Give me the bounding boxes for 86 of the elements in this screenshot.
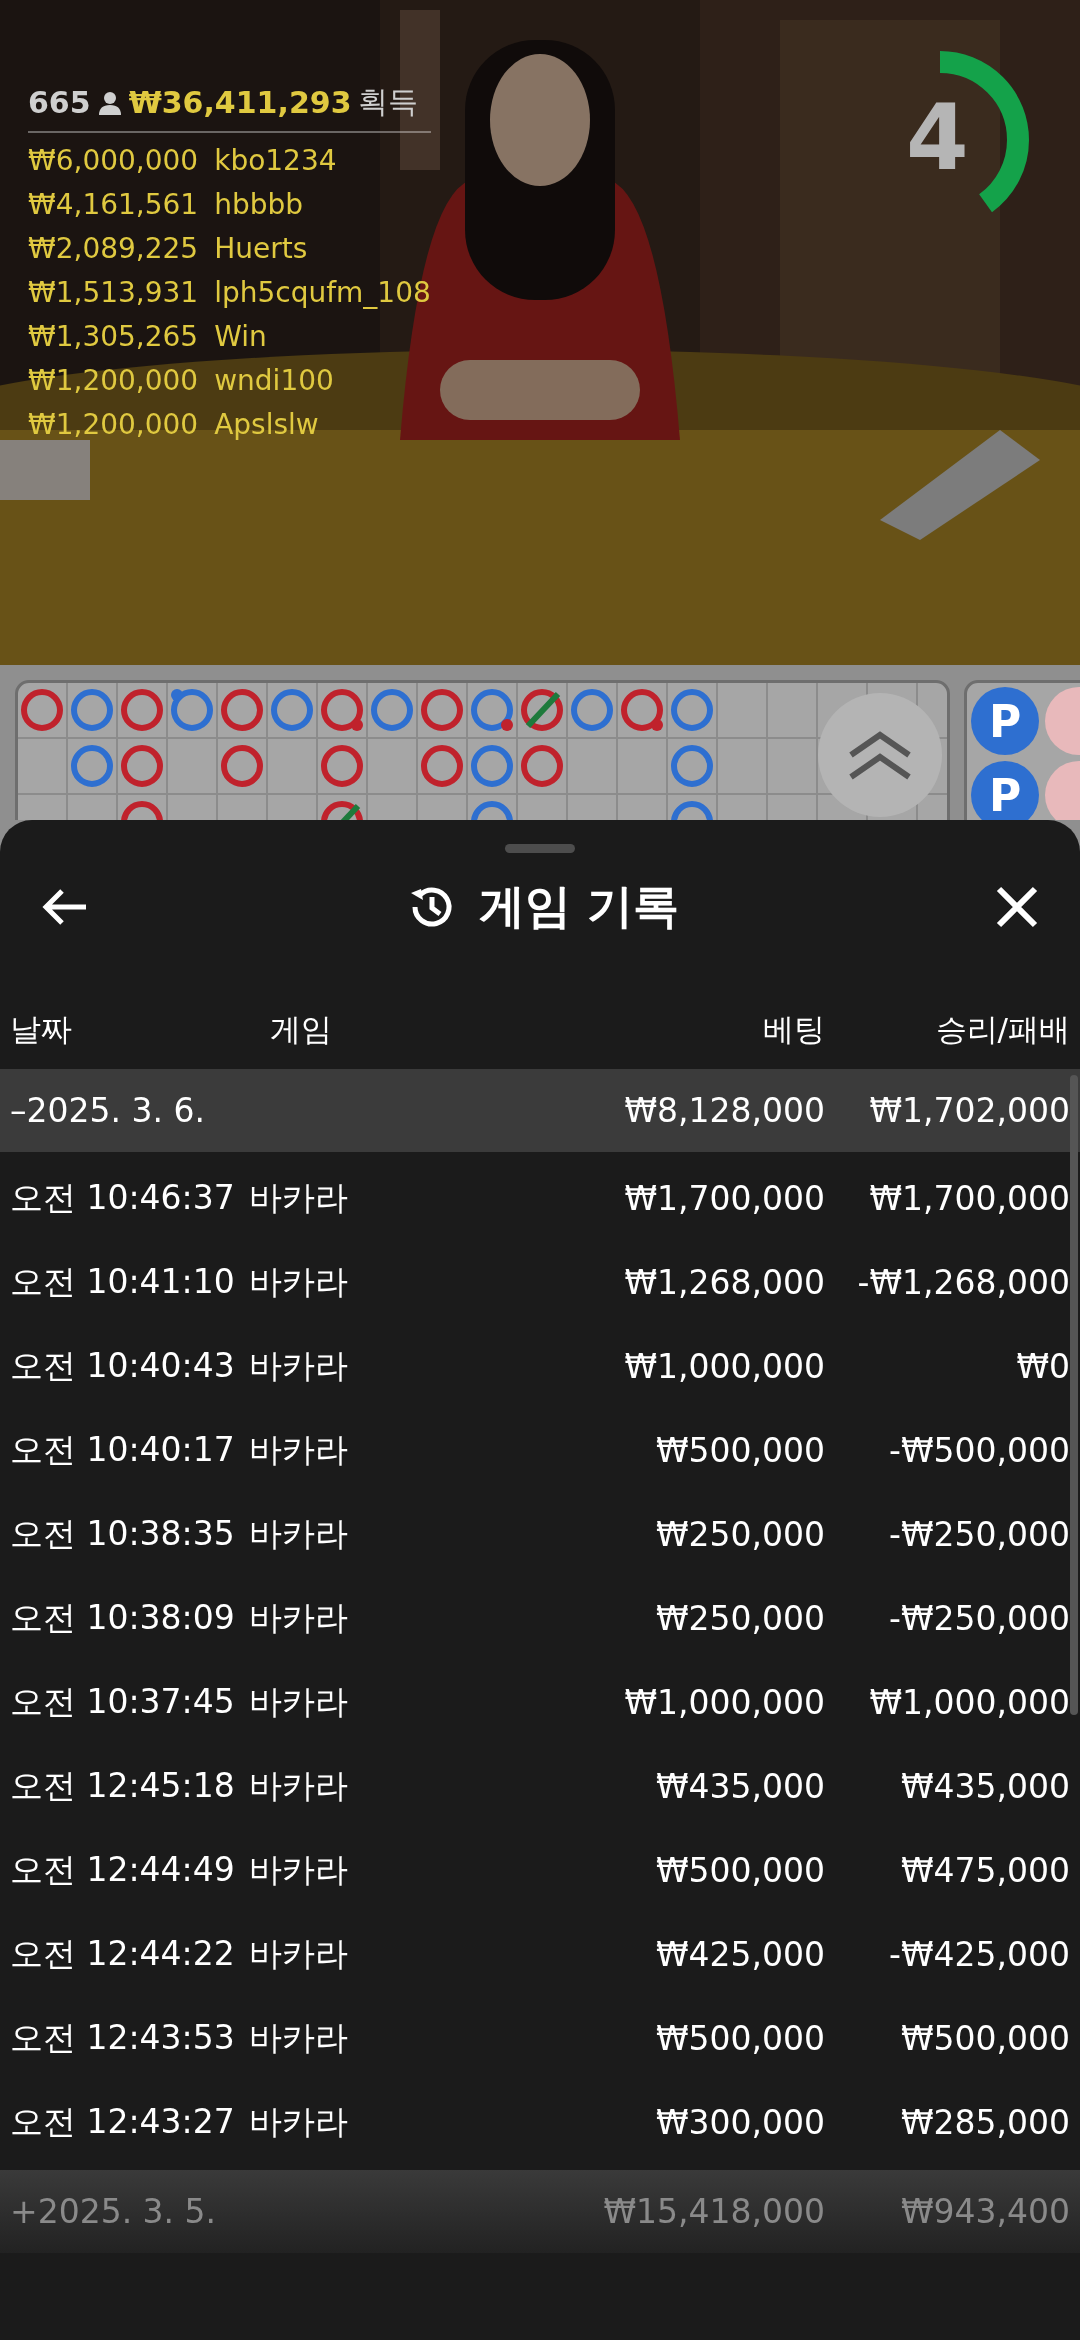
- table-cell-text: 오전 10:38:09: [10, 1596, 235, 1639]
- table-cell-text: 바카라: [248, 1428, 348, 1471]
- table-cell-text: ₩500,000: [654, 2018, 825, 2058]
- winner-name: wndi100: [214, 363, 334, 399]
- winner-name: kbo1234: [214, 143, 337, 179]
- table-cell-text: ₩1,000,000: [623, 1682, 825, 1722]
- table-cell-text: 오전 10:41:10: [10, 1260, 235, 1303]
- column-header: 베팅: [762, 1010, 825, 1049]
- table-cell-text: -₩1,268,000: [856, 1262, 1070, 1302]
- winner-name: Apslslw: [214, 407, 319, 443]
- close-icon: [994, 884, 1040, 930]
- table-cell-text: 오전 12:43:27: [10, 2100, 235, 2143]
- table-cell-text: 오전 12:44:49: [10, 1848, 235, 1891]
- winner-name: hbbbb: [214, 187, 304, 223]
- winnings-label: 획득: [357, 83, 418, 121]
- winner-name: Win: [214, 319, 267, 355]
- winner-amount: ₩1,200,000: [28, 407, 199, 443]
- table-cell-text: -₩250,000: [888, 1514, 1070, 1554]
- person-icon: [96, 89, 123, 116]
- table-cell-text: 오전 10:40:43: [10, 1344, 235, 1387]
- group-result: ₩943,400: [899, 2192, 1070, 2231]
- table-cell-text: 오전 10:40:17: [10, 1428, 235, 1471]
- group-date: –2025. 3. 6.: [10, 1091, 206, 1130]
- table-cell-text: 오전 12:43:53: [10, 2016, 235, 2059]
- total-winnings: ₩36,411,293: [128, 85, 352, 120]
- table-cell-text: ₩435,000: [899, 1766, 1070, 1806]
- group-result: ₩1,702,000: [868, 1091, 1070, 1130]
- table-cell-text: 오전 10:46:37: [10, 1176, 235, 1219]
- table-cell-text: ₩1,000,000: [623, 1346, 825, 1386]
- winner-amount: ₩2,089,225: [28, 231, 199, 267]
- table-cell-text: 오전 10:37:45: [10, 1680, 235, 1723]
- winner-amount: ₩1,513,931: [28, 275, 199, 311]
- table-cell-text: 바카라: [248, 2100, 348, 2143]
- winner-amount: ₩1,200,000: [28, 363, 199, 399]
- table-cell-text: 오전 12:44:22: [10, 1932, 235, 1975]
- winner-amount: ₩4,161,561: [28, 187, 199, 223]
- table-cell-text: ₩500,000: [654, 1850, 825, 1890]
- table-cell-text: ₩500,000: [654, 1430, 825, 1470]
- group-bet: ₩8,128,000: [623, 1091, 825, 1130]
- table-cell-text: 바카라: [248, 1764, 348, 1807]
- table-cell-text: 바카라: [248, 1260, 348, 1303]
- table-cell-text: ₩250,000: [654, 1514, 825, 1554]
- scroll-bar[interactable]: [1070, 1075, 1078, 1715]
- table-cell-text: 오전 10:38:35: [10, 1512, 235, 1555]
- table-cell-text: ₩475,000: [899, 1850, 1070, 1890]
- table-cell-text: 바카라: [248, 1848, 348, 1891]
- countdown-number: 4: [906, 88, 969, 188]
- table-cell-text: ₩500,000: [899, 2018, 1070, 2058]
- winner-amount: ₩6,000,000: [28, 143, 199, 179]
- table-cell-text: ₩1,700,000: [623, 1178, 825, 1218]
- table-cell-text: ₩0: [1015, 1346, 1070, 1386]
- column-header: 날짜: [10, 1010, 73, 1049]
- table-cell-text: ₩285,000: [899, 2102, 1070, 2142]
- close-button[interactable]: [994, 884, 1040, 930]
- table-cell-text: ₩1,000,000: [868, 1682, 1070, 1722]
- winner-name: lph5cqufm_108: [214, 275, 431, 311]
- column-header: 게임: [270, 1010, 333, 1049]
- player-count: 665: [28, 85, 91, 120]
- table-cell-text: ₩1,268,000: [623, 1262, 825, 1302]
- winner-amount: ₩1,305,265: [28, 319, 199, 355]
- table-cell-text: ₩1,700,000: [868, 1178, 1070, 1218]
- column-header: 승리/패배: [934, 1010, 1070, 1049]
- date-group-row[interactable]: +2025. 3. 5. ₩15,418,000 ₩943,400: [0, 2170, 1080, 2253]
- bead-circle: P: [971, 761, 1039, 820]
- table-cell-text: -₩250,000: [888, 1598, 1070, 1638]
- table-cell-text: 바카라: [248, 1596, 348, 1639]
- table-cell-text: 오전 12:45:18: [10, 1764, 235, 1807]
- winner-name: Huerts: [214, 231, 308, 267]
- drag-handle[interactable]: [505, 844, 575, 853]
- table-cell-text: ₩250,000: [654, 1598, 825, 1638]
- table-cell-text: -₩425,000: [888, 1934, 1070, 1974]
- table-cell-text: 바카라: [248, 1680, 348, 1723]
- table-cell-text: 바카라: [248, 1932, 348, 1975]
- sheet-title: 게임 기록: [479, 878, 679, 935]
- bead-circle: P: [971, 687, 1039, 755]
- table-cell-text: 바카라: [248, 1176, 348, 1219]
- table-cell-text: 바카라: [248, 2016, 348, 2059]
- group-date: +2025. 3. 5.: [10, 2192, 218, 2231]
- table-cell-text: -₩500,000: [888, 1430, 1070, 1470]
- table-cell-text: ₩435,000: [654, 1766, 825, 1806]
- table-cell-text: 바카라: [248, 1512, 348, 1555]
- date-group-row[interactable]: –2025. 3. 6. ₩8,128,000 ₩1,702,000: [0, 1069, 1080, 1152]
- group-bet: ₩15,418,000: [602, 2192, 825, 2231]
- table-cell-text: ₩300,000: [654, 2102, 825, 2142]
- table-cell-text: ₩425,000: [654, 1934, 825, 1974]
- table-cell-text: 바카라: [248, 1344, 348, 1387]
